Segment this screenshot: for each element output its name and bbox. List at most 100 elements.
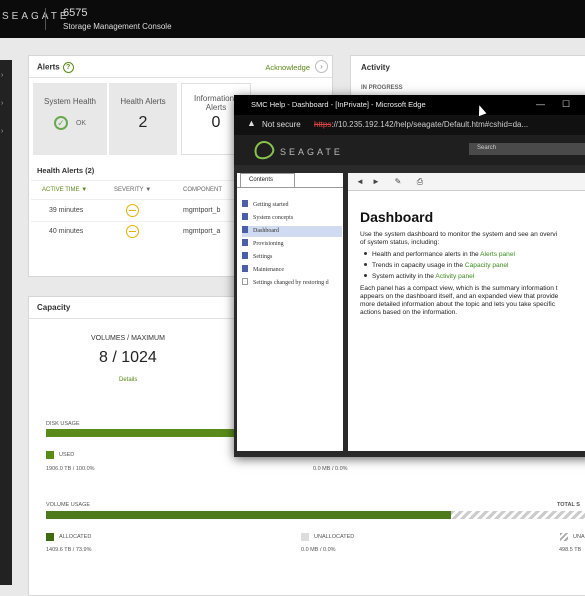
divider: [45, 8, 46, 30]
capacity-title: Capacity: [37, 303, 71, 312]
volumes-label: VOLUMES / MAXIMUM: [91, 335, 165, 342]
volume-usage-label: VOLUME USAGE: [46, 502, 91, 508]
allocated-swatch: [46, 533, 54, 541]
book-icon: [242, 265, 248, 272]
alerts-panel-link[interactable]: Alerts panel: [480, 251, 515, 258]
check-icon: ✓: [53, 116, 68, 130]
alert-time: 40 minutes: [49, 228, 84, 235]
chevron-right-icon[interactable]: ›: [315, 60, 328, 73]
una-label: UNA: [573, 534, 585, 540]
col-severity[interactable]: SEVERITY ▼: [114, 187, 151, 193]
toc-item[interactable]: Provisioning: [242, 239, 342, 250]
activity-panel-link[interactable]: Activity panel: [435, 273, 474, 280]
volumes-value: 8 / 1024: [99, 349, 157, 366]
nav-chevron-icon[interactable]: ›: [1, 100, 3, 107]
tile-label: Health Alerts: [120, 97, 166, 106]
seagate-logo-icon: [251, 138, 277, 162]
nav-chevron-icon[interactable]: ›: [1, 72, 3, 79]
col-component[interactable]: COMPONENT: [183, 187, 222, 193]
system-name: 6575: [63, 7, 88, 19]
una-swatch: [560, 533, 568, 541]
unallocated-label: UNALLOCATED: [314, 534, 355, 540]
bullet-item: System activity in the Activity panel: [364, 273, 474, 280]
help-search-input[interactable]: Search: [469, 143, 585, 155]
brand-logo: SEAGATE: [2, 11, 70, 22]
alerts-title: Alerts?: [37, 62, 74, 73]
nav-chevron-icon[interactable]: ›: [1, 128, 3, 135]
disk-usage-label: DISK USAGE: [46, 421, 80, 427]
help-heading: Dashboard: [360, 209, 434, 225]
left-nav: › › ›: [0, 60, 12, 585]
maximize-icon[interactable]: ☐: [562, 99, 570, 110]
help-icon[interactable]: ?: [62, 62, 74, 73]
used-swatch: [46, 451, 54, 459]
url-text[interactable]: https://10.235.192.142/help/seagate/Defa…: [314, 120, 528, 129]
para-line: actions based on the information.: [360, 309, 458, 316]
para-line: Each panel has a compact view, which is …: [360, 285, 558, 292]
acknowledge-link[interactable]: Acknowledge: [265, 63, 310, 72]
alerts-header: Alerts? Acknowledge ›: [29, 56, 332, 78]
system-health-tile[interactable]: System Health ✓ OK: [33, 83, 107, 155]
back-icon[interactable]: ◄: [354, 176, 366, 187]
top-bar: SEAGATE 6575 Storage Management Console: [0, 0, 585, 38]
help-body: Contents Getting started System concepts…: [234, 165, 585, 457]
para-line: more detailed information about the topi…: [360, 301, 555, 308]
not-secure-label[interactable]: Not secure: [262, 120, 301, 129]
warning-icon: [126, 204, 139, 217]
alert-component: mgmtport_a: [183, 228, 221, 235]
window-titlebar[interactable]: SMC Help - Dashboard - [InPrivate] - Mic…: [234, 95, 585, 115]
in-progress-label: IN PROGRESS: [361, 85, 403, 91]
book-icon: [242, 252, 248, 259]
highlight-icon[interactable]: ✎: [392, 176, 404, 187]
toc-list: Getting started System concepts Dashboar…: [237, 187, 343, 451]
disk-other-value: 0.0 MB / 0.0%: [313, 466, 348, 472]
right-value: 498.5 TB: [559, 547, 582, 553]
health-alerts-tile[interactable]: Health Alerts 2: [109, 83, 177, 155]
app-title: Storage Management Console: [63, 22, 172, 31]
intro-line: Use the system dashboard to monitor the …: [360, 231, 558, 238]
book-icon: [242, 213, 248, 220]
allocated-bar: [46, 511, 451, 519]
toc-item[interactable]: Getting started: [242, 200, 342, 211]
book-icon: [242, 226, 248, 233]
print-icon[interactable]: ⎙: [414, 176, 426, 187]
status-text: OK: [75, 119, 87, 127]
alert-time: 39 minutes: [49, 207, 84, 214]
help-brand: SEAGATE: [280, 147, 343, 157]
capacity-panel-link[interactable]: Capacity panel: [465, 262, 509, 269]
allocated-label: ALLOCATED: [59, 534, 92, 540]
toc-item-selected[interactable]: Dashboard: [242, 226, 342, 237]
minimize-icon[interactable]: —: [536, 99, 545, 109]
help-browser-window: SMC Help - Dashboard - [InPrivate] - Mic…: [234, 95, 585, 457]
used-label: USED: [59, 452, 75, 458]
window-title: SMC Help - Dashboard - [InPrivate] - Mic…: [251, 100, 426, 109]
used-value: 1906.0 TB / 100.0%: [46, 466, 95, 472]
contents-tab[interactable]: Contents: [240, 173, 295, 187]
tile-label: System Health: [43, 97, 97, 106]
help-header: SEAGATE Search: [234, 135, 585, 165]
warning-triangle-icon[interactable]: ▲: [247, 118, 256, 128]
allocated-value: 1409.6 TB / 73.9%: [46, 547, 92, 553]
unallocated-swatch: [301, 533, 309, 541]
col-active-time[interactable]: ACTIVE TIME ▼: [42, 187, 87, 193]
page-icon: [242, 278, 248, 285]
health-alerts-subtitle: Health Alerts (2): [37, 166, 95, 175]
toc-item[interactable]: System concepts: [242, 213, 342, 224]
toc-item[interactable]: Settings changed by restoring d: [242, 278, 342, 289]
search-placeholder: Search: [477, 145, 497, 151]
alert-component: mgmtport_b: [183, 207, 221, 214]
bullet-item: Trends in capacity usage in the Capacity…: [364, 262, 508, 269]
toc-item[interactable]: Settings: [242, 252, 342, 263]
address-bar[interactable]: ▲ Not secure https://10.235.192.142/help…: [234, 115, 585, 135]
intro-line: of system status, including:: [360, 239, 440, 246]
help-content: ◄ ► ✎ ⎙ Dashboard Use the system dashboa…: [348, 173, 585, 451]
forward-icon[interactable]: ►: [370, 176, 382, 187]
unallocated-value: 0.0 MB / 0.0%: [301, 547, 336, 553]
details-link[interactable]: Details: [119, 377, 137, 383]
bullet-item: Health and performance alerts in the Ale…: [364, 251, 515, 258]
help-toolbar: ◄ ► ✎ ⎙: [348, 173, 585, 191]
warning-icon: [126, 225, 139, 238]
activity-title: Activity: [361, 63, 390, 72]
unallocated-bar: [450, 511, 585, 519]
toc-item[interactable]: Maintenance: [242, 265, 342, 276]
